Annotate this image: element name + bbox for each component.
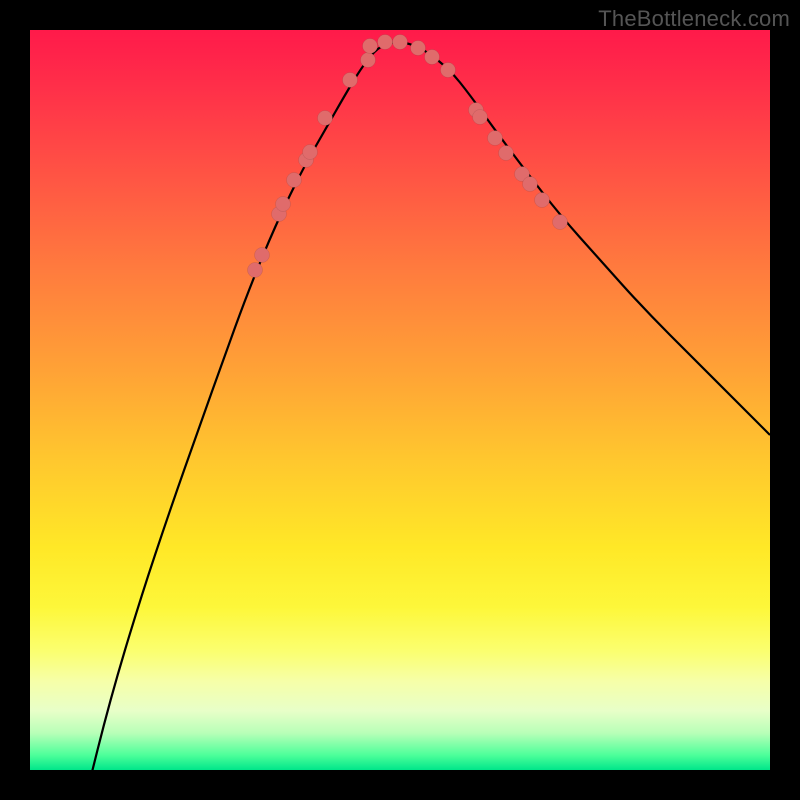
- scatter-dot: [411, 41, 426, 56]
- scatter-dot: [363, 39, 378, 54]
- scatter-dot: [303, 145, 318, 160]
- scatter-dot: [553, 215, 568, 230]
- scatter-dot: [318, 111, 333, 126]
- scatter-dot: [523, 177, 538, 192]
- scatter-dot: [441, 63, 456, 78]
- scatter-dot: [499, 146, 514, 161]
- scatter-dot: [473, 110, 488, 125]
- bottleneck-curve: [85, 42, 770, 770]
- scatter-dot: [287, 173, 302, 188]
- scatter-dot: [276, 197, 291, 212]
- scatter-dot: [393, 35, 408, 50]
- scatter-dot: [488, 131, 503, 146]
- scatter-dot: [535, 193, 550, 208]
- scatter-dot: [378, 35, 393, 50]
- scatter-dot: [255, 248, 270, 263]
- scatter-dot: [361, 53, 376, 68]
- chart-svg: [30, 30, 770, 770]
- scatter-group: [248, 35, 568, 278]
- scatter-dot: [343, 73, 358, 88]
- watermark-text: TheBottleneck.com: [598, 6, 790, 32]
- plot-area: [30, 30, 770, 770]
- scatter-dot: [248, 263, 263, 278]
- scatter-dot: [425, 50, 440, 65]
- chart-frame: TheBottleneck.com: [0, 0, 800, 800]
